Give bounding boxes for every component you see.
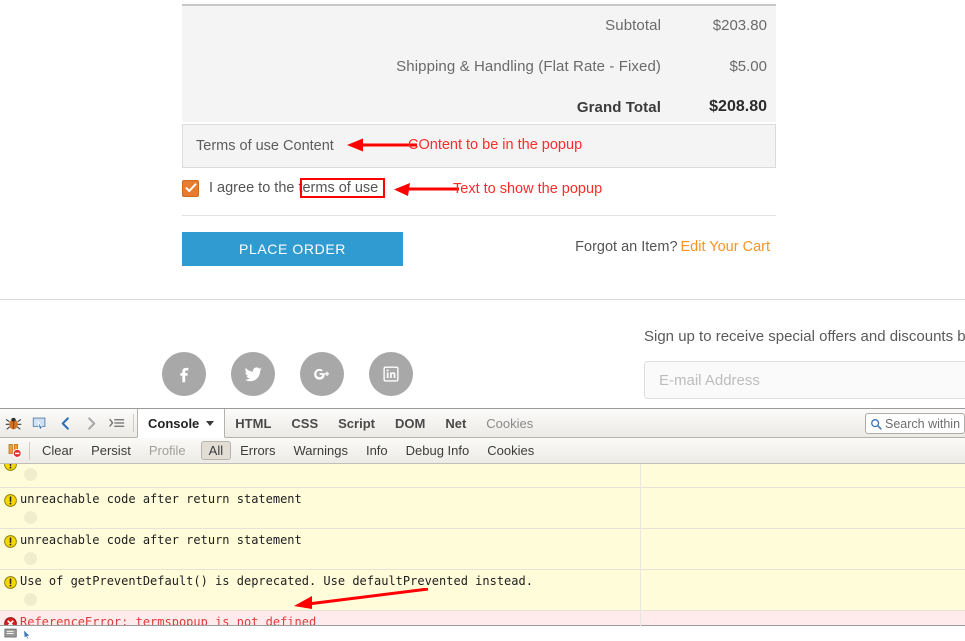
console-row-body: unreachable code after return statement (20, 491, 965, 528)
warning-icon (0, 491, 20, 507)
agree-terms-checkbox[interactable] (182, 179, 199, 197)
forgot-item-note: Forgot an Item? Edit Your Cart (575, 239, 770, 255)
console-message-list[interactable]: unreachable code after return statement … (0, 464, 965, 626)
summary-value: $208.80 (709, 98, 767, 115)
search-placeholder-text: Search within (885, 416, 961, 431)
console-filter-cookies[interactable]: Cookies (478, 442, 543, 460)
tab-label: Script (338, 415, 375, 431)
firebug-tab-cookies[interactable]: Cookies (476, 409, 543, 438)
googleplus-icon[interactable] (300, 352, 344, 396)
break-on-error-icon[interactable] (4, 438, 26, 464)
console-row[interactable]: Use of getPreventDefault() is deprecated… (0, 570, 965, 611)
agree-terms-row: I agree to the terms of use (182, 176, 776, 200)
warning-icon (0, 464, 20, 471)
console-clear-button[interactable]: Clear (33, 442, 82, 460)
navigate-back-icon[interactable] (52, 409, 78, 438)
chevron-down-icon[interactable] (206, 420, 215, 426)
firebug-tab-net[interactable]: Net (435, 409, 476, 438)
console-filter-warnings[interactable]: Warnings (285, 442, 357, 460)
console-message-text: Use of getPreventDefault() is deprecated… (20, 574, 533, 588)
console-row-body: unreachable code after return statement (20, 532, 965, 569)
firebug-toolbar: Console HTML CSS Script DOM Net Cookies (0, 409, 965, 438)
expand-bullet[interactable] (24, 593, 37, 606)
console-filter-errors[interactable]: Errors (231, 442, 284, 460)
firebug-tab-script[interactable]: Script (328, 409, 385, 438)
console-command-line[interactable] (0, 625, 965, 641)
console-filter-info[interactable]: Info (357, 442, 397, 460)
order-summary-panel: Subtotal $203.80 Shipping & Handling (Fl… (182, 4, 776, 122)
console-subtoolbar: Clear Persist Profile All Errors Warning… (0, 438, 965, 464)
inspect-element-icon[interactable] (26, 409, 52, 438)
linkedin-icon[interactable] (369, 352, 413, 396)
summary-value: $5.00 (729, 58, 767, 75)
summary-value: $203.80 (712, 17, 767, 34)
firebug-tab-dom[interactable]: DOM (385, 409, 435, 438)
social-links (162, 352, 413, 396)
console-profile-button[interactable]: Profile (140, 442, 195, 460)
console-row-body: Use of getPreventDefault() is deprecated… (20, 573, 965, 610)
terms-of-use-content-text: Terms of use Content (196, 138, 334, 154)
expand-bullet[interactable] (24, 511, 37, 524)
edit-your-cart-link[interactable]: Edit Your Cart (681, 239, 770, 255)
console-column-divider (640, 464, 641, 626)
tab-label: CSS (291, 415, 319, 431)
console-persist-button[interactable]: Persist (82, 442, 140, 460)
tab-label: DOM (394, 415, 426, 431)
checkout-divider (182, 215, 776, 216)
site-footer: Sign up to receive special offers and di… (0, 300, 965, 408)
cursor-icon (23, 628, 31, 639)
tab-label: Cookies (486, 415, 534, 431)
firebug-tab-console[interactable]: Console (137, 409, 226, 438)
facebook-icon[interactable] (162, 352, 206, 396)
forgot-item-text: Forgot an Item? (575, 239, 678, 255)
summary-label: Subtotal (605, 17, 661, 34)
console-filter-debug-info[interactable]: Debug Info (397, 442, 479, 460)
firebug-tab-html[interactable]: HTML (225, 409, 281, 438)
command-prompt-icon (0, 628, 22, 639)
console-row[interactable]: unreachable code after return statement (0, 529, 965, 570)
tab-label: Net (445, 415, 467, 431)
newsletter-email-input[interactable] (644, 361, 965, 399)
console-row[interactable]: ReferenceError: termspopup is not define… (0, 611, 965, 626)
console-row[interactable] (0, 464, 965, 488)
navigate-forward-icon[interactable] (78, 409, 104, 438)
console-row-body (20, 464, 965, 485)
expand-bullet[interactable] (24, 552, 37, 565)
terms-of-use-link[interactable]: terms of use (298, 180, 378, 196)
subtoolbar-separator (29, 441, 30, 460)
newsletter-signup: Sign up to receive special offers and di… (644, 328, 965, 399)
console-message-text: unreachable code after return statement (20, 492, 302, 506)
agree-terms-label: I agree to the (209, 180, 295, 196)
console-row[interactable]: unreachable code after return statement (0, 488, 965, 529)
warning-icon (0, 573, 20, 589)
toolbar-separator (133, 414, 134, 432)
firebug-tab-css[interactable]: CSS (281, 409, 328, 438)
twitter-icon[interactable] (231, 352, 275, 396)
summary-row-subtotal: Subtotal $203.80 (182, 17, 767, 34)
place-order-button[interactable]: PLACE ORDER (182, 232, 403, 266)
console-filter-all[interactable]: All (200, 441, 232, 460)
expand-bullet[interactable] (24, 468, 37, 481)
terms-of-use-content-box: Terms of use Content (182, 124, 776, 168)
console-message-text: unreachable code after return statement (20, 533, 302, 547)
firebug-bug-icon[interactable] (0, 409, 26, 438)
console-list-icon[interactable] (104, 409, 130, 438)
warning-icon (0, 532, 20, 548)
search-icon (871, 418, 882, 430)
firebug-panel: Console HTML CSS Script DOM Net Cookies (0, 408, 965, 641)
summary-row-grand-total: Grand Total $208.80 (182, 98, 767, 116)
tab-label: HTML (235, 415, 272, 431)
firebug-search-box[interactable]: Search within (865, 413, 965, 434)
newsletter-text: Sign up to receive special offers and di… (644, 328, 965, 345)
checkmark-icon (185, 183, 196, 192)
summary-label: Grand Total (576, 98, 661, 116)
tab-label: Console (148, 415, 200, 431)
checkout-review-section: Subtotal $203.80 Shipping & Handling (Fl… (0, 0, 965, 300)
summary-label: Shipping & Handling (Flat Rate - Fixed) (396, 58, 661, 75)
summary-row-shipping: Shipping & Handling (Flat Rate - Fixed) … (182, 58, 767, 75)
